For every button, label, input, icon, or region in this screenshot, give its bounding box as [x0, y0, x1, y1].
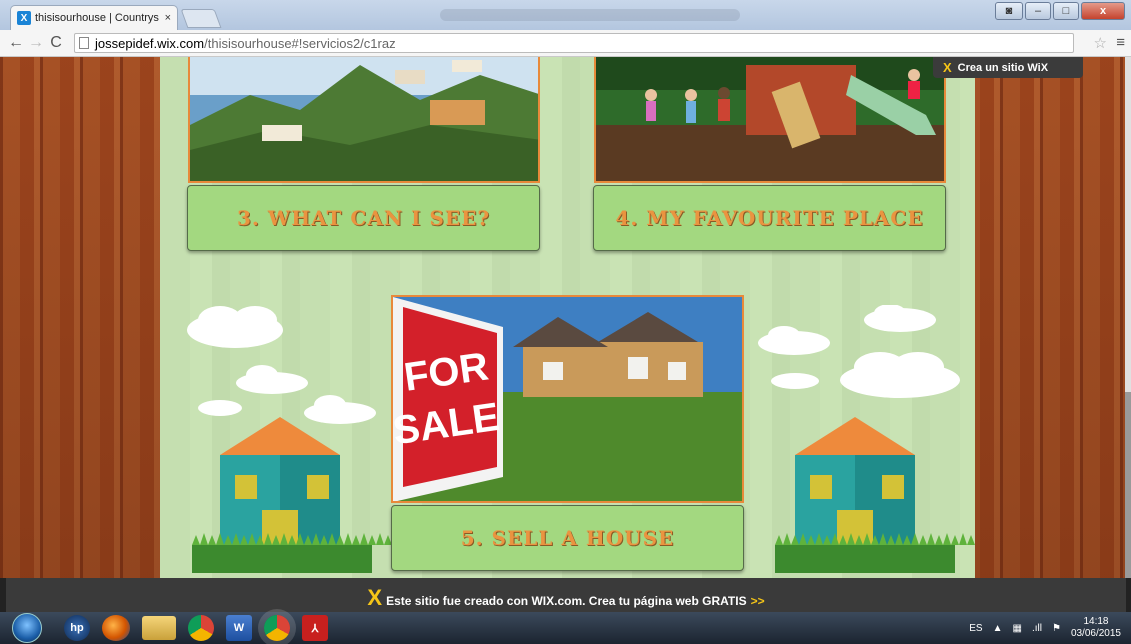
wood-panel-right: [975, 57, 1131, 578]
file-explorer-icon[interactable]: [142, 616, 176, 640]
landscape-photo[interactable]: [188, 57, 540, 183]
clock-time: 14:18: [1083, 616, 1109, 627]
bookmark-star-icon[interactable]: ☆: [1094, 34, 1107, 52]
url-host: jossepidef.wix.com: [95, 35, 205, 51]
clock[interactable]: 14:18 03/06/2015: [1071, 616, 1121, 640]
language-indicator[interactable]: ES: [969, 623, 982, 634]
wix-footer-text: Este sitio fue creado con WIX.com. Crea …: [386, 594, 747, 608]
what-can-i-see-button[interactable]: 3. WHAT CAN I SEE?: [187, 185, 540, 251]
scrollbar-thumb[interactable]: [1125, 392, 1131, 578]
playground-photo[interactable]: [594, 57, 946, 183]
window-controls: ◙ – □ x: [995, 2, 1125, 20]
right-house-clouds-decoration: [758, 305, 975, 573]
tab-title: thisisourhouse | Countrys: [35, 12, 159, 24]
minimize-icon[interactable]: –: [1025, 2, 1051, 20]
browser-titlebar: X thisisourhouse | Countrys × ◙ – □ x: [0, 0, 1131, 30]
action-center-flag-icon[interactable]: ⚑: [1052, 623, 1061, 634]
content-area: 3. WHAT CAN I SEE? 4. MY FAVOURITE PLACE: [160, 57, 975, 578]
maximize-icon[interactable]: □: [1053, 2, 1079, 20]
url-path: /thisisourhouse#!servicios2/c1raz: [204, 35, 396, 51]
browser-tab[interactable]: X thisisourhouse | Countrys ×: [10, 5, 178, 30]
acrobat-icon[interactable]: ⅄: [302, 615, 328, 641]
close-window-icon[interactable]: x: [1081, 2, 1125, 20]
network-icon[interactable]: ▦: [1013, 623, 1022, 634]
crea-wix-badge[interactable]: X Crea un sitio WiX: [933, 57, 1083, 78]
reload-icon[interactable]: C: [46, 34, 66, 52]
wood-panel-left: [0, 57, 160, 578]
page-viewport: 3. WHAT CAN I SEE? 4. MY FAVOURITE PLACE: [0, 57, 1131, 578]
hp-icon[interactable]: hp: [64, 615, 90, 641]
menu-icon[interactable]: ≡: [1116, 34, 1125, 51]
signal-icon[interactable]: .ıll: [1032, 623, 1042, 634]
page-icon: [79, 37, 89, 49]
for-sale-photo[interactable]: FOR SALE: [391, 295, 744, 503]
back-arrow-icon[interactable]: ←: [6, 34, 26, 52]
wix-footer-banner[interactable]: X Este sitio fue creado con WIX.com. Cre…: [6, 578, 1126, 612]
system-tray: ES ▲ ▦ .ıll ⚑ 14:18 03/06/2015: [969, 612, 1121, 644]
clock-date: 03/06/2015: [1070, 628, 1121, 639]
forward-arrow-icon[interactable]: →: [26, 34, 46, 52]
left-house-clouds-decoration: [187, 306, 392, 573]
user-icon[interactable]: ◙: [995, 2, 1023, 20]
new-tab-button[interactable]: [180, 9, 222, 28]
window-title-blur: [440, 9, 740, 21]
address-bar: ← → C jossepidef.wix.com /thisisourhouse…: [0, 30, 1131, 57]
sell-a-house-button[interactable]: 5. SELL A HOUSE: [391, 505, 744, 571]
chrome-icon[interactable]: [188, 615, 214, 641]
wix-x-icon: X: [943, 60, 952, 75]
word-icon[interactable]: W: [226, 615, 252, 641]
firefox-icon[interactable]: [102, 615, 130, 641]
crea-wix-label: Crea un sitio WiX: [957, 61, 1049, 74]
my-favourite-place-button[interactable]: 4. MY FAVOURITE PLACE: [593, 185, 946, 251]
windows-taskbar: hp W ⅄: [0, 612, 1131, 644]
wix-footer-arrows: >>: [750, 594, 765, 608]
tray-expand-icon[interactable]: ▲: [993, 623, 1003, 634]
start-button[interactable]: [12, 613, 42, 643]
wix-favicon-icon: X: [17, 11, 31, 25]
wix-logo-icon: X: [367, 585, 383, 610]
tab-close-icon[interactable]: ×: [165, 12, 171, 24]
chrome-active-icon[interactable]: [264, 615, 290, 641]
url-input[interactable]: jossepidef.wix.com /thisisourhouse#!serv…: [74, 33, 1074, 53]
